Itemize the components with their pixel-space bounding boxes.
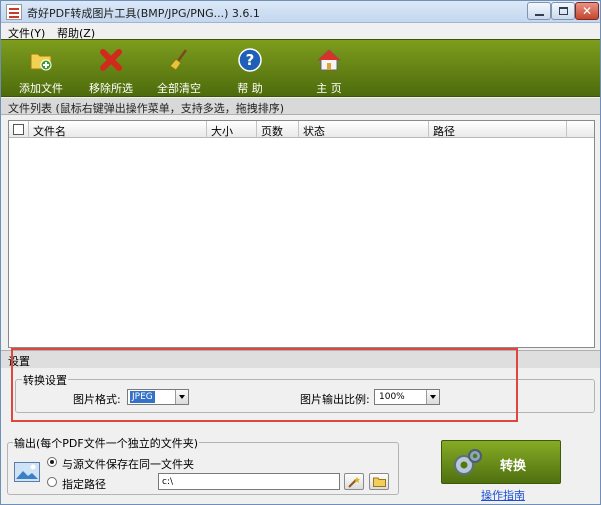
close-button[interactable]: ✕	[575, 2, 599, 20]
filelist-caption: 文件列表 (鼠标右键弹出操作菜单，支持多选，拖拽排序)	[8, 102, 285, 115]
menu-bar: 文件(Y) 帮助(Z)	[1, 23, 600, 40]
output-path-field[interactable]	[158, 473, 340, 490]
open-folder-button[interactable]	[369, 473, 389, 490]
close-icon: ✕	[581, 4, 593, 18]
custom-path-radio[interactable]	[47, 477, 57, 487]
convert-button[interactable]: 转换	[441, 440, 561, 484]
app-icon	[6, 4, 22, 20]
broom-icon	[169, 49, 188, 71]
home-label: 主 页	[316, 82, 342, 95]
column-pages[interactable]: 页数	[257, 121, 299, 138]
help-button[interactable]: ? 帮 助	[220, 42, 280, 96]
remove-selected-label: 移除所选	[89, 82, 133, 95]
output-group-title: 输出(每个PDF文件一个独立的文件夹)	[13, 435, 200, 451]
minimize-button[interactable]	[527, 2, 551, 20]
custom-path-label[interactable]: 指定路径	[62, 476, 106, 492]
toolbar: 添加文件 移除所选 全部清空 ? 帮 助 主 页	[1, 39, 600, 97]
add-file-button[interactable]: 添加文件	[11, 42, 71, 96]
filelist-caption-bar: 文件列表 (鼠标右键弹出操作菜单，支持多选，拖拽排序)	[1, 98, 600, 115]
maximize-button[interactable]	[551, 2, 575, 20]
add-file-label: 添加文件	[19, 82, 63, 95]
column-size[interactable]: 大小	[207, 121, 257, 138]
save-with-source-label[interactable]: 与源文件保存在同一文件夹	[62, 456, 194, 472]
file-list[interactable]: 文件名 大小 页数 状态 路径	[8, 120, 595, 348]
remove-icon	[100, 49, 122, 71]
column-status[interactable]: 状态	[299, 121, 429, 138]
window-title: 奇好PDF转成图片工具(BMP/JPG/PNG...) 3.6.1	[27, 7, 260, 20]
save-with-source-radio[interactable]	[47, 457, 57, 467]
help-label: 帮 助	[237, 82, 263, 95]
file-list-header: 文件名 大小 页数 状态 路径	[9, 121, 594, 138]
select-all-checkbox[interactable]	[13, 124, 24, 135]
title-bar: 奇好PDF转成图片工具(BMP/JPG/PNG...) 3.6.1 ✕	[1, 1, 600, 23]
help-icon: ?	[238, 48, 262, 72]
clear-all-button[interactable]: 全部清空	[149, 42, 209, 96]
maximize-icon	[559, 7, 568, 15]
clear-all-label: 全部清空	[157, 82, 201, 95]
home-button[interactable]: 主 页	[299, 42, 359, 96]
remove-selected-button[interactable]: 移除所选	[81, 42, 141, 96]
folder-icon	[373, 477, 386, 487]
gears-icon	[454, 449, 482, 475]
minimize-icon	[535, 14, 544, 16]
highlight-box	[11, 348, 518, 422]
path-picker-button[interactable]	[344, 473, 364, 490]
select-all-column[interactable]	[9, 121, 29, 138]
image-icon	[14, 462, 40, 482]
app-window: 奇好PDF转成图片工具(BMP/JPG/PNG...) 3.6.1 ✕ 文件(Y…	[0, 0, 601, 505]
svg-text:?: ?	[246, 51, 255, 69]
user-guide-link[interactable]: 操作指南	[481, 487, 525, 503]
column-path[interactable]: 路径	[429, 121, 567, 138]
column-filename[interactable]: 文件名	[29, 121, 207, 138]
add-file-icon	[30, 53, 52, 71]
convert-label: 转换	[500, 459, 527, 474]
home-icon	[317, 49, 341, 71]
wand-icon	[348, 477, 360, 488]
output-path-input[interactable]	[159, 474, 339, 490]
